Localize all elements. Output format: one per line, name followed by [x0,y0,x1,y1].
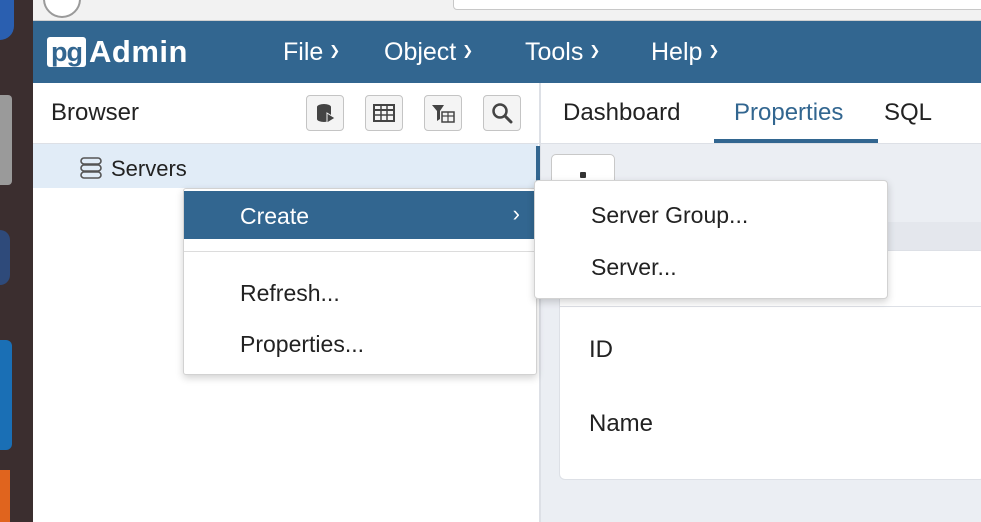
dock-app-icon[interactable] [0,470,10,522]
main-tabs-bar: Dashboard Properties SQL [541,83,981,144]
chevron-down-icon: ❯ [708,43,720,59]
pgadmin-logo[interactable]: pg Admin [47,34,188,69]
browser-title: Browser [51,99,140,126]
menu-tools[interactable]: Tools ❯ [525,38,600,67]
create-submenu: Server Group... Server... [534,180,888,299]
field-name-label: Name [589,410,654,437]
dock-app-icon[interactable] [0,230,10,285]
menu-file-label: File [283,38,324,66]
menu-tools-label: Tools [525,38,584,66]
server-group-icon [79,156,103,185]
submenu-item-server[interactable]: Server... [591,254,677,281]
tab-sql[interactable]: SQL [884,99,932,127]
context-menu: Create › Refresh... Properties... [183,188,537,375]
menu-item-label: Properties... [240,331,364,357]
logo-admin: Admin [89,34,188,69]
browser-nav-button[interactable] [43,0,81,18]
search-icon [492,103,513,124]
chevron-down-icon: ❯ [329,43,341,59]
chevron-down-icon: ❯ [589,43,601,59]
tab-dashboard[interactable]: Dashboard [563,99,680,127]
dock-app-icon[interactable] [0,95,12,185]
table-icon [373,104,395,122]
os-dock [0,0,33,522]
database-icon [317,104,336,124]
field-id-label: ID [589,336,613,363]
address-bar[interactable] [453,0,981,10]
filter-table-icon [432,105,455,123]
menu-file[interactable]: File ❯ [283,38,340,67]
query-tool-button[interactable] [306,95,344,131]
menu-object-label: Object [384,38,457,66]
menu-help-label: Help [651,38,703,66]
submenu-item-server-group[interactable]: Server Group... [591,202,748,229]
card-divider [560,306,981,307]
chevron-down-icon: ❯ [462,43,474,59]
dock-app-icon[interactable] [0,340,12,450]
menu-object[interactable]: Object ❯ [384,38,473,67]
tab-properties[interactable]: Properties [734,99,843,127]
tree-node-label: Servers [111,156,187,181]
context-menu-item-properties[interactable]: Properties... [184,319,536,367]
button-icon [580,172,586,178]
browser-panel-header: Browser [33,83,540,144]
menu-item-label: Create [240,203,310,229]
menu-item-label: Refresh... [240,280,340,306]
menu-help[interactable]: Help ❯ [651,38,719,67]
logo-pg: pg [47,37,86,67]
view-data-button[interactable] [365,95,403,131]
filtered-rows-button[interactable] [424,95,462,131]
context-menu-item-create[interactable]: Create › [184,191,536,239]
browser-chrome [33,0,981,21]
dock-app-icon[interactable] [0,0,14,40]
search-objects-button[interactable] [483,95,521,131]
app-navbar: pg Admin File ❯ Object ❯ Tools ❯ Help ❯ [33,21,981,83]
tree-node-servers[interactable]: Servers [33,144,538,188]
menu-divider [184,251,536,252]
context-menu-item-refresh[interactable]: Refresh... [184,268,536,316]
chevron-right-icon: › [512,201,520,226]
active-tab-indicator [714,139,878,143]
